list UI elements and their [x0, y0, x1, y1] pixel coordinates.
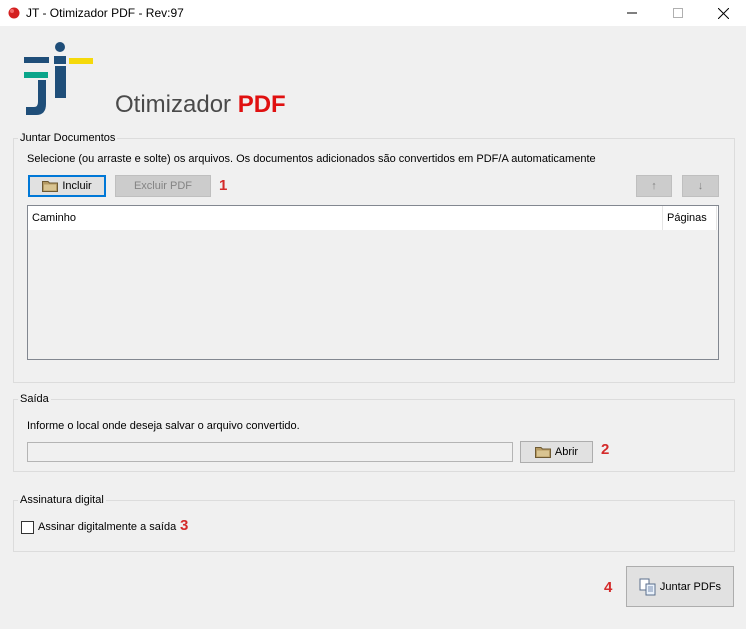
title-bar: JT - Otimizador PDF - Rev:97 [0, 0, 746, 26]
abrir-label: Abrir [554, 446, 579, 458]
excluir-pdf-label: Excluir PDF [133, 180, 193, 192]
merge-documents-icon [639, 578, 656, 595]
step-number-4: 4 [604, 579, 613, 596]
juntar-documentos-title: Juntar Documentos [18, 132, 118, 144]
pdf-app-icon [8, 7, 20, 19]
window-title: JT - Otimizador PDF - Rev:97 [26, 6, 184, 20]
excluir-pdf-button[interactable]: Excluir PDF [115, 175, 211, 197]
juntar-pdfs-button[interactable]: Juntar PDFs [626, 566, 734, 607]
column-header-caminho[interactable]: Caminho [28, 206, 663, 230]
saida-instructions: Informe o local onde deseja salvar o arq… [27, 420, 300, 432]
arrow-down-icon: ↓ [697, 180, 704, 192]
folder-icon [42, 181, 59, 192]
brand-highlight: PDF [237, 91, 286, 118]
column-header-paginas[interactable]: Páginas [663, 206, 717, 230]
step-number-3: 3 [180, 517, 189, 534]
arrow-up-icon: ↑ [651, 180, 657, 192]
close-icon [717, 7, 729, 19]
maximize-button[interactable] [655, 0, 701, 26]
documents-table[interactable]: Caminho Páginas [27, 205, 719, 360]
app-window: JT - Otimizador PDF - Rev:97 Otimizador … [0, 0, 746, 629]
close-button[interactable] [700, 0, 746, 26]
juntar-pdfs-label: Juntar PDFs [659, 580, 722, 593]
saida-title: Saída [18, 393, 51, 405]
incluir-button[interactable]: Incluir [28, 175, 106, 197]
assinatura-title: Assinatura digital [18, 494, 106, 506]
brand-title: Otimizador PDF [115, 91, 286, 119]
move-up-button[interactable]: ↑ [636, 175, 672, 197]
juntar-instructions: Selecione (ou arraste e solte) os arquiv… [27, 153, 596, 165]
step-number-1: 1 [219, 177, 228, 194]
brand-name: Otimizador [115, 91, 232, 118]
jt-logo [24, 42, 93, 115]
step-number-2: 2 [601, 441, 610, 458]
assinar-label[interactable]: Assinar digitalmente a saída [38, 521, 176, 533]
move-down-button[interactable]: ↓ [682, 175, 719, 197]
output-path-field[interactable] [27, 442, 513, 462]
table-header: Caminho Páginas [28, 206, 718, 230]
minimize-icon [627, 12, 637, 14]
minimize-button[interactable] [609, 0, 655, 26]
assinar-checkbox[interactable] [21, 521, 34, 534]
folder-icon [534, 447, 551, 458]
incluir-label: Incluir [62, 180, 92, 192]
maximize-icon [673, 8, 683, 18]
abrir-button[interactable]: Abrir [520, 441, 593, 463]
